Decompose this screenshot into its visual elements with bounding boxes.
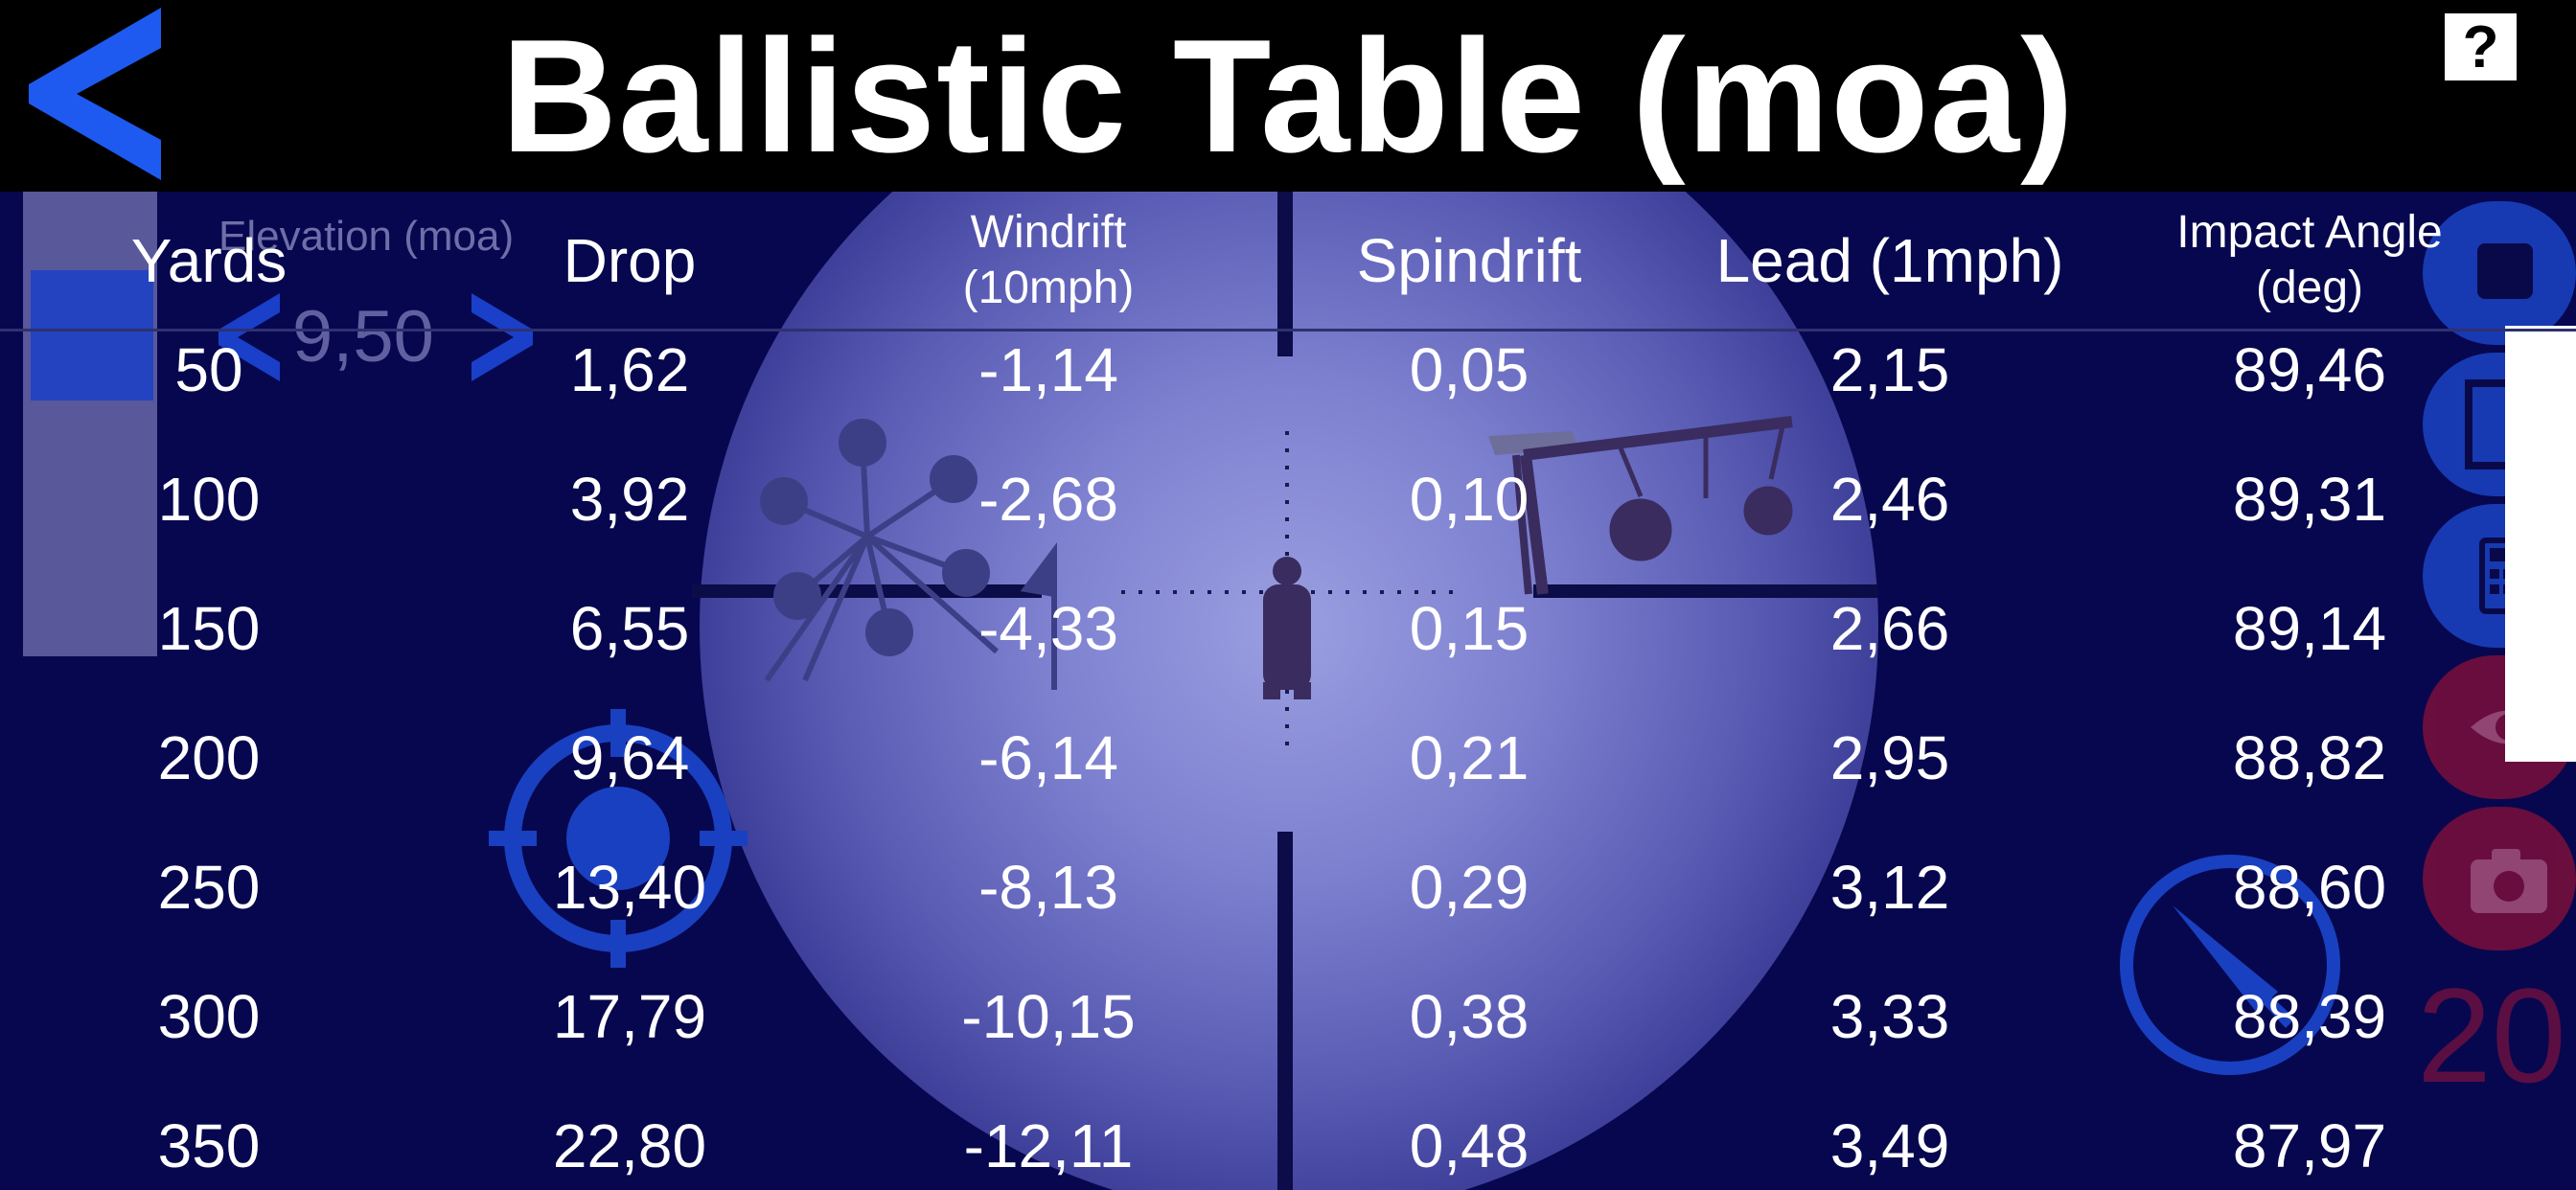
table-cell: 100 xyxy=(157,465,261,534)
table-cell: 0,48 xyxy=(1409,1111,1530,1180)
table-cell: -8,13 xyxy=(978,853,1118,922)
table-cell: 13,40 xyxy=(552,853,707,922)
column-header: Lead (1mph) xyxy=(1715,225,2064,295)
table-cell: 50 xyxy=(174,335,243,404)
column-header: Windrift (10mph) xyxy=(962,206,1135,313)
help-button[interactable]: ? xyxy=(2445,13,2517,80)
table-cell: 88,39 xyxy=(2232,982,2387,1051)
table-cell: 3,33 xyxy=(1829,982,1950,1051)
table-cell: 350 xyxy=(157,1111,261,1180)
table-cell: -6,14 xyxy=(978,723,1118,792)
table-cell: 88,60 xyxy=(2232,853,2387,922)
table-cell: 17,79 xyxy=(552,982,707,1051)
table-cell: 2,15 xyxy=(1829,335,1950,404)
table-cell: -2,68 xyxy=(978,465,1118,534)
table-cell: 0,10 xyxy=(1409,465,1530,534)
table-cell: 3,49 xyxy=(1829,1111,1950,1180)
table-cell: -4,33 xyxy=(978,594,1118,663)
table-cell: 2,46 xyxy=(1829,465,1950,534)
table-cell: 2,66 xyxy=(1829,594,1950,663)
table-cell: 300 xyxy=(157,982,261,1051)
table-cell: 89,14 xyxy=(2232,594,2387,663)
header-bar: Ballistic Table (moa) ? xyxy=(0,0,2576,192)
table-cell: 22,80 xyxy=(552,1111,707,1180)
table-cell: 1,62 xyxy=(569,335,690,404)
table-cell: 9,64 xyxy=(569,723,690,792)
table-cell: -1,14 xyxy=(978,335,1118,404)
ballistic-table-panel: Elevation (moa) 9,50 20 Yards Drop Windr… xyxy=(0,192,2576,1190)
table-cell: 200 xyxy=(157,723,261,792)
table-cell: 150 xyxy=(157,594,261,663)
table-cell: 0,15 xyxy=(1409,594,1530,663)
column-header: Drop xyxy=(563,225,697,295)
table-cell: 89,46 xyxy=(2232,335,2387,404)
table-cell: 0,38 xyxy=(1409,982,1530,1051)
column-header: Yards xyxy=(130,225,288,295)
table-cell: -12,11 xyxy=(963,1111,1134,1180)
table-cell: 250 xyxy=(157,853,261,922)
column-header: Spindrift xyxy=(1356,225,1582,295)
column-header: Impact Angle (deg) xyxy=(2176,206,2443,313)
table-cell: 0,21 xyxy=(1409,723,1530,792)
table-cell: -10,15 xyxy=(961,982,1136,1051)
page-title: Ballistic Table (moa) xyxy=(500,6,2076,186)
table-cell: 3,92 xyxy=(569,465,690,534)
table-cell: 0,05 xyxy=(1409,335,1530,404)
table-cell: 88,82 xyxy=(2232,723,2387,792)
table-cell: 2,95 xyxy=(1829,723,1950,792)
table-cell: 3,12 xyxy=(1829,853,1950,922)
table-cell: 89,31 xyxy=(2232,465,2387,534)
table-header-row: Yards Drop Windrift (10mph) Spindrift Lead (… xyxy=(0,192,2576,332)
table-cell: 6,55 xyxy=(569,594,690,663)
table-cell: 87,97 xyxy=(2232,1111,2387,1180)
table-cell: 0,29 xyxy=(1409,853,1530,922)
ballistic-table: Yards Drop Windrift (10mph) Spindrift Lead (… xyxy=(0,192,2576,1190)
